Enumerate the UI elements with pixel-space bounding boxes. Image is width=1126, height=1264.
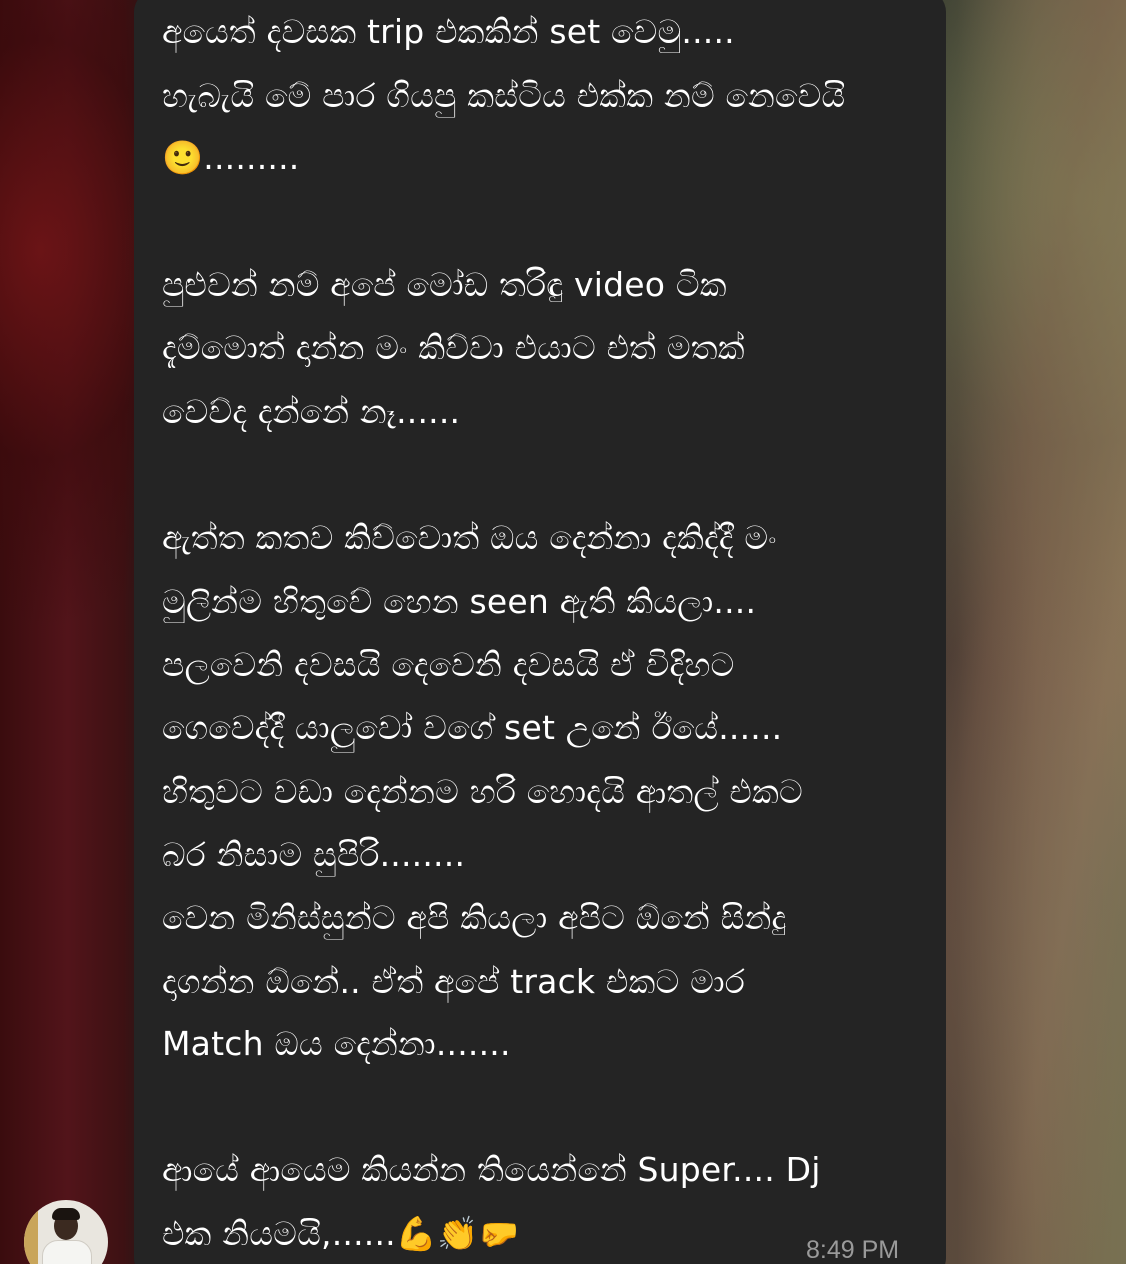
message-line: වෙන මිනිස්සුන්ට අපි කියලා අපිට ඕනේ සින්ද…	[162, 898, 787, 937]
sender-avatar[interactable]	[24, 1200, 108, 1264]
avatar-hair	[52, 1208, 80, 1220]
background-photo	[940, 0, 1126, 1264]
message-line: Match ඔය දෙන්නා.......	[162, 1024, 511, 1063]
message-line: ඇත්ත කතව කිව්වොත් ඔය දෙන්නා දකිද්දී මං	[162, 518, 777, 557]
avatar-body	[42, 1240, 92, 1264]
message-line: හිතුවට වඩා දෙන්නම හරි හොදයි ආතල් එකට	[162, 772, 803, 811]
message-line: ආයේ ආයෙම කියන්න තියෙන්නේ Super.... Dj	[162, 1150, 821, 1189]
message-timestamp: 8:49 PM	[806, 1236, 900, 1264]
message-line: වෙව්ද දන්නේ නෑ......	[162, 392, 461, 431]
message-line: පලවෙනි දවසයි දෙවෙනි දවසයි ඒ විදිහට	[162, 645, 735, 684]
message-line: අයෙත් දවසක trip එකකින් set වෙමු.....	[162, 12, 735, 51]
message-bubble[interactable]	[134, 0, 946, 1264]
message-line: එක නියමයි,......💪👏🤛	[162, 1214, 520, 1253]
chat-screen: අයෙත් දවසක trip එකකින් set වෙමු..... හැබ…	[0, 0, 1126, 1264]
message-line: පුළුවන් නම් අපේ මෝඩ තරිඳු video ටික	[162, 265, 727, 304]
avatar-background	[24, 1200, 38, 1264]
message-line: මුලින්ම හිතුවේ හෙන seen ඇති කියලා....	[162, 582, 757, 621]
message-line: හැබැයි මේ පාර ගියපු කස්ටිය එක්ක නම් නෙවෙ…	[162, 76, 846, 115]
message-line: දාගන්න ඕනේ.. ඒත් අපේ track එකට මාර	[162, 962, 745, 1001]
message-line: ගෙවෙද්දී යාලුවෝ වගේ set උනේ ඊයේ......	[162, 708, 783, 747]
message-line: දැම්මොත් දාන්න මං කිව්වා එයාට එත් මතක්	[162, 328, 745, 367]
message-line: බර නිසාම සුපිරි........	[162, 835, 466, 874]
message-line: 🙂.........	[162, 138, 300, 177]
